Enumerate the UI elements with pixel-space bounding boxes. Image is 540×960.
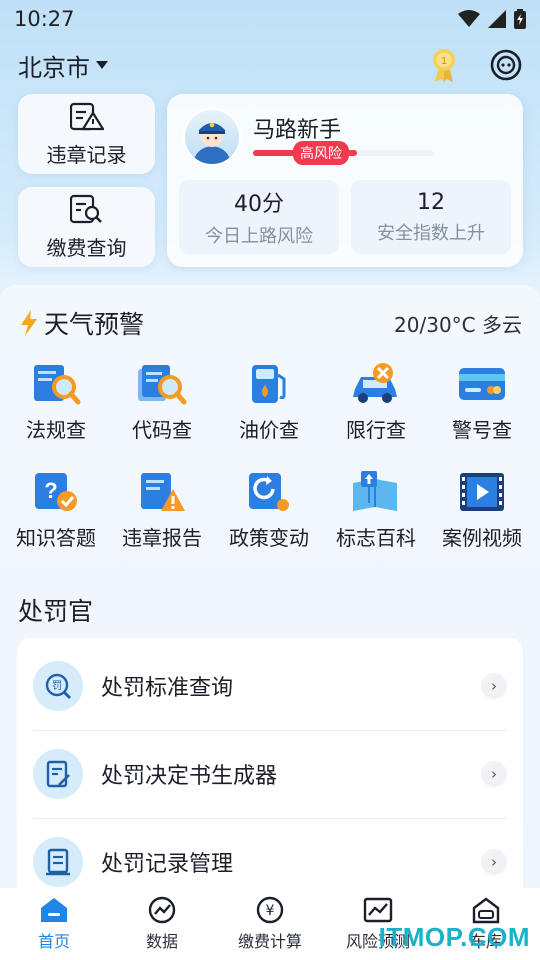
sign-encyclopedia-icon [353, 471, 397, 511]
list-item-label: 处罚记录管理 [101, 852, 234, 877]
list-item-label: 处罚标准查询 [101, 676, 234, 701]
app-header: 北京市 1 [18, 44, 522, 86]
risk-forecast-icon [363, 897, 393, 923]
battery-icon [514, 9, 526, 29]
data-icon [148, 896, 176, 924]
city-selector[interactable]: 北京市 [18, 48, 108, 83]
avatar-icon [193, 122, 231, 164]
fuel-price-icon [252, 365, 286, 403]
tool-sign-encyclopedia[interactable]: 标志百科 [322, 468, 430, 551]
lightning-icon [21, 310, 37, 336]
policy-change-icon [249, 473, 289, 511]
svg-text:1: 1 [441, 56, 447, 67]
chevron-right-icon: › [481, 849, 507, 875]
tool-label: 案例视频 [442, 526, 522, 550]
case-video-icon [460, 473, 504, 511]
list-item-penalty-document[interactable]: 处罚决定书生成器 › [17, 730, 523, 818]
status-time: 10:27 [14, 7, 75, 31]
tool-policy[interactable]: 政策变动 [215, 468, 323, 551]
risk-badge: 高风险 [293, 141, 349, 165]
medal-icon[interactable]: 1 [432, 48, 456, 82]
tool-case-video[interactable]: 案例视频 [428, 468, 536, 551]
tab-fee-calc[interactable]: ¥ 缴费计算 [216, 888, 324, 960]
penalty-list: 罚 处罚标准查询 › 处罚决定书生成器 › 处罚记录管理 › [17, 638, 523, 918]
stat-safety-index[interactable]: 12 安全指数上升 [351, 180, 511, 254]
payment-query-label: 缴费查询 [46, 235, 127, 260]
weather-title: 天气预警 [20, 305, 144, 341]
penalty-standard-icon: 罚 [33, 661, 83, 711]
tool-label: 政策变动 [229, 526, 309, 550]
traffic-restriction-icon [353, 363, 397, 403]
payment-query-icon [69, 194, 102, 223]
svg-text:罚: 罚 [52, 680, 62, 692]
code-search-icon [138, 365, 187, 405]
svg-text:¥: ¥ [266, 903, 275, 919]
tool-label: 油价查 [239, 418, 299, 442]
main-panel: 天气预警 20/30°C 多云 法规查 代码查 油价查 限行查 警号查 ? 知识… [0, 285, 540, 918]
violation-record-card[interactable]: 违章记录 [18, 94, 155, 174]
tab-data[interactable]: 数据 [108, 888, 216, 960]
tool-violation-report[interactable]: 违章报告 [108, 468, 216, 551]
stat-label: 安全指数上升 [377, 222, 485, 244]
signal-icon [488, 10, 506, 28]
user-name: 马路新手 [253, 118, 342, 143]
tool-label: 警号查 [452, 418, 512, 442]
tab-home[interactable]: 首页 [0, 888, 108, 960]
stat-value: 40分 [234, 192, 284, 217]
garage-icon [472, 897, 500, 924]
tool-restriction[interactable]: 限行查 [322, 360, 430, 443]
tool-label: 限行查 [346, 418, 406, 442]
violation-record-icon [69, 102, 104, 130]
section-title: 处罚官 [18, 597, 94, 626]
police-id-icon [459, 368, 505, 400]
tool-fuel[interactable]: 油价查 [215, 360, 323, 443]
stat-value: 12 [417, 189, 445, 215]
tool-label: 知识答题 [16, 526, 96, 550]
caret-down-icon [96, 61, 108, 69]
tool-label: 法规查 [26, 418, 86, 442]
tab-label: 数据 [145, 932, 178, 951]
city-label: 北京市 [18, 53, 90, 82]
list-item-penalty-standard[interactable]: 罚 处罚标准查询 › [17, 642, 523, 730]
tool-label: 代码查 [132, 418, 192, 442]
status-bar: 10:27 [0, 0, 540, 38]
tab-label: 缴费计算 [237, 932, 302, 951]
tool-label: 违章报告 [122, 526, 202, 550]
home-icon [41, 898, 67, 922]
penalty-document-icon [33, 749, 83, 799]
tool-code[interactable]: 代码查 [108, 360, 216, 443]
profile-card[interactable]: 马路新手 高风险 40分 今日上路风险 12 安全指数上升 [167, 94, 523, 267]
weather-value: 20/30°C 多云 [394, 313, 522, 337]
avatar[interactable] [183, 108, 241, 166]
status-icons [458, 9, 526, 29]
watermark: ITMOP.COM [378, 922, 530, 952]
stat-label: 今日上路风险 [205, 226, 313, 247]
wifi-icon [458, 10, 480, 27]
penalty-records-icon [33, 837, 83, 887]
tool-label: 标志百科 [336, 526, 416, 550]
chevron-right-icon: › [481, 761, 507, 787]
customer-service-icon[interactable] [490, 49, 522, 81]
tool-quiz[interactable]: ? 知识答题 [2, 468, 110, 551]
tool-police-id[interactable]: 警号查 [428, 360, 536, 443]
weather-title-text: 天气预警 [44, 310, 145, 339]
list-item-label: 处罚决定书生成器 [101, 764, 278, 789]
violation-report-icon [141, 473, 185, 511]
violation-record-label: 违章记录 [46, 142, 127, 167]
svg-text:?: ? [44, 478, 57, 503]
fee-calc-icon: ¥ [256, 896, 284, 924]
regulation-search-icon [34, 365, 81, 405]
tab-label: 首页 [37, 932, 70, 951]
chevron-right-icon: › [481, 673, 507, 699]
tool-regulation[interactable]: 法规查 [2, 360, 110, 443]
quiz-icon: ? [35, 473, 77, 511]
stat-today-risk[interactable]: 40分 今日上路风险 [179, 180, 339, 254]
payment-query-card[interactable]: 缴费查询 [18, 187, 155, 267]
